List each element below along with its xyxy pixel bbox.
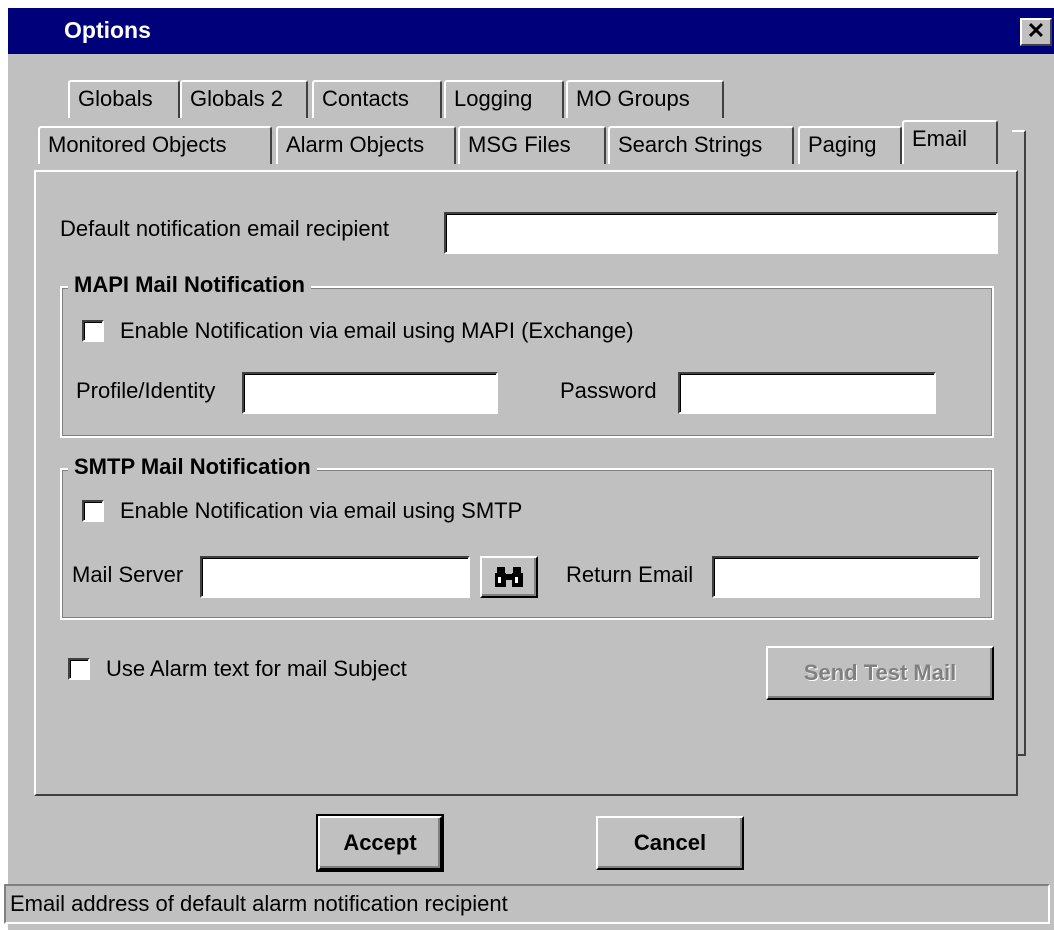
default-recipient-input[interactable] [444, 212, 998, 254]
mapi-group-title: MAPI Mail Notification [68, 272, 311, 298]
mapi-enable-checkbox[interactable] [82, 320, 104, 342]
password-label: Password [560, 378, 657, 403]
tab-label: Alarm Objects [286, 132, 425, 157]
button-label: Cancel [633, 830, 707, 855]
smtp-enable-label: Enable Notification via email using SMTP [120, 498, 523, 523]
title-bar[interactable]: Options ✕ [8, 8, 1054, 54]
mail-server-label: Mail Server [72, 562, 184, 587]
tab-globals[interactable]: Globals [68, 80, 180, 118]
return-email-label: Return Email [566, 562, 694, 587]
tab-label: Globals 2 [190, 86, 283, 111]
smtp-group-title: SMTP Mail Notification [68, 454, 317, 480]
tab-mo-groups[interactable]: MO Groups [566, 80, 724, 118]
tab-contacts[interactable]: Contacts [312, 80, 442, 118]
tab-globals-2[interactable]: Globals 2 [180, 80, 308, 118]
tab-label: Globals [78, 86, 153, 111]
password-input[interactable] [678, 372, 936, 414]
smtp-enable-checkbox[interactable] [82, 500, 104, 522]
tab-paging[interactable]: Paging [798, 126, 902, 164]
profile-input[interactable] [242, 372, 498, 414]
status-bar: Email address of default alarm notificat… [4, 884, 1050, 924]
close-icon: ✕ [1026, 18, 1046, 43]
alarm-subject-label: Use Alarm text for mail Subject [106, 656, 407, 681]
email-tab-panel: Default notification email recipient MAP… [34, 170, 1018, 796]
tab-email[interactable]: Email [902, 120, 998, 164]
tab-label: Search Strings [618, 132, 763, 157]
window-title: Options [64, 17, 151, 43]
close-button[interactable]: ✕ [1020, 18, 1052, 46]
tab-label: Contacts [322, 86, 409, 111]
send-test-mail-button[interactable]: Send Test Mail [766, 646, 994, 700]
tab-label: Email [912, 126, 968, 151]
cancel-button[interactable]: Cancel [596, 816, 744, 870]
profile-label: Profile/Identity [76, 378, 216, 403]
status-text: Email address of default alarm notificat… [10, 891, 508, 916]
tab-search-strings[interactable]: Search Strings [608, 126, 794, 164]
accept-button[interactable]: Accept [316, 814, 444, 872]
default-recipient-label: Default notification email recipient [60, 216, 389, 241]
tab-msg-files[interactable]: MSG Files [458, 126, 606, 164]
return-email-input[interactable] [712, 556, 980, 598]
tab-label: Paging [808, 132, 877, 157]
tab-label: MO Groups [576, 86, 690, 111]
tab-monitored-objects[interactable]: Monitored Objects [38, 126, 272, 164]
alarm-subject-checkbox[interactable] [68, 658, 90, 680]
tab-label: Logging [454, 86, 533, 111]
button-label: Accept [343, 830, 417, 855]
binoculars-icon [495, 567, 523, 587]
mail-server-input[interactable] [200, 556, 470, 598]
button-label: Send Test Mail [803, 660, 957, 685]
tab-alarm-objects[interactable]: Alarm Objects [276, 126, 456, 164]
tab-logging[interactable]: Logging [444, 80, 564, 118]
mapi-enable-label: Enable Notification via email using MAPI… [120, 318, 634, 343]
mapi-group [60, 286, 994, 438]
browse-server-button[interactable] [480, 556, 538, 598]
tab-label: Monitored Objects [48, 132, 227, 157]
tab-label: MSG Files [468, 132, 571, 157]
options-dialog: Options ✕ Globals Globals 2 Contacts Log… [8, 8, 1054, 930]
